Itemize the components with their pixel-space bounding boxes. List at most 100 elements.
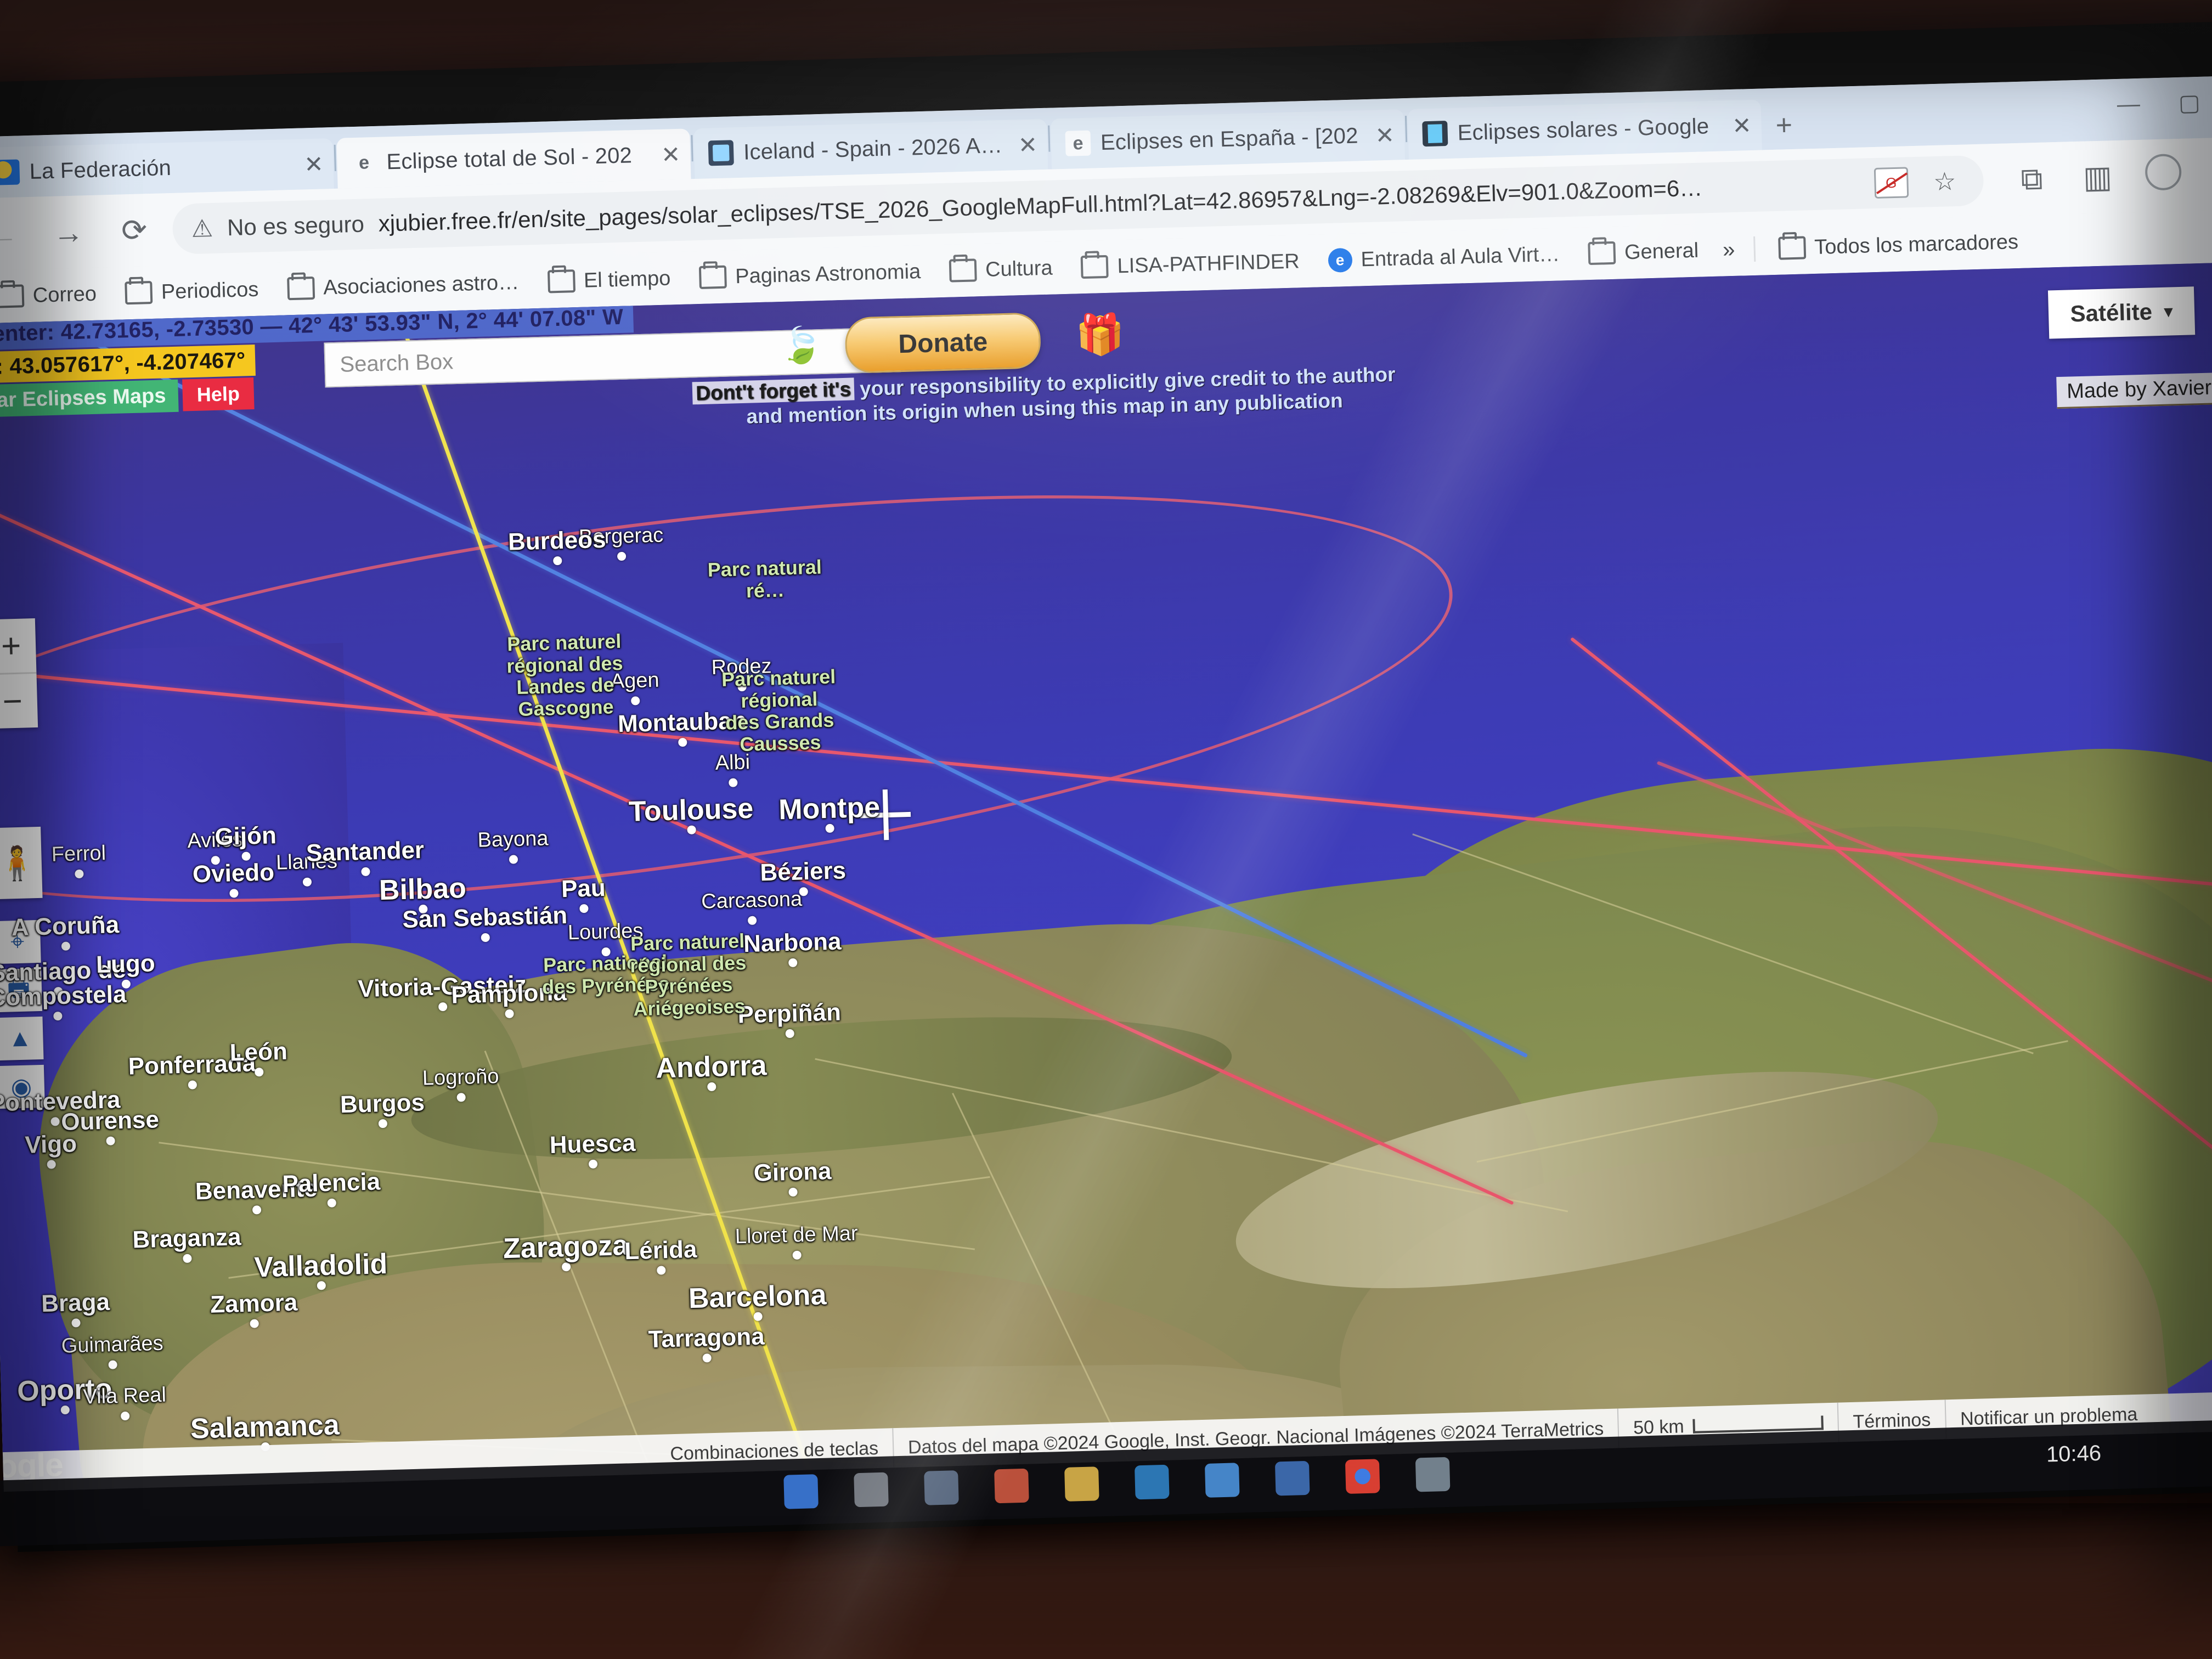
new-tab-button[interactable]: + <box>1761 108 1809 150</box>
map-city-label: Lérida <box>624 1235 698 1265</box>
bookmark-label: General <box>1624 239 1699 264</box>
browser-tab[interactable]: e Eclipses en España - [202 ✕ <box>1050 109 1406 170</box>
close-icon[interactable]: ✕ <box>298 150 324 178</box>
translate-blocked-icon[interactable]: G <box>1874 167 1909 199</box>
donate-button[interactable]: Donate <box>844 312 1042 374</box>
map-city-label: Burgos <box>340 1089 425 1119</box>
bookmark-periodicos[interactable]: Periodicos <box>112 278 270 306</box>
tab-title: Eclipse total de Sol - 202 <box>386 143 633 174</box>
map-city-label: Lugo <box>95 950 156 979</box>
bookmark-aula-virtual[interactable]: e Entrada al Aula Virt… <box>1316 242 1572 273</box>
explorer-icon[interactable] <box>1064 1466 1099 1502</box>
reload-button[interactable]: ⟳ <box>101 211 168 249</box>
bookmark-label: Correo <box>32 282 97 307</box>
chrome-icon[interactable] <box>1345 1459 1380 1494</box>
tab-title: Iceland - Spain - 2026 A… <box>743 133 1003 165</box>
folder-icon <box>286 276 315 301</box>
not-secure-warning-icon: ⚠ <box>191 215 213 242</box>
map-city-label: Zamora <box>210 1289 298 1318</box>
bookmark-general[interactable]: General <box>1576 239 1711 266</box>
folder-icon <box>1588 241 1616 266</box>
map-city-label: A Coruña <box>11 911 120 941</box>
map-city-label: Vigo <box>24 1130 77 1159</box>
store-icon[interactable] <box>1204 1463 1240 1498</box>
map-park-label: Parc naturel régional des Landes de Gascogn… <box>506 629 623 720</box>
folder-icon <box>1778 236 1806 260</box>
omnibox-actions: G ☆ <box>1874 166 1966 199</box>
bookmark-label: Asociaciones astro… <box>323 270 520 300</box>
zoom-in-button[interactable]: + <box>0 618 36 673</box>
bookmark-label: Entrada al Aula Virt… <box>1360 242 1560 271</box>
browser-tab[interactable]: La Federación ✕ <box>0 138 334 199</box>
window-controls: — ▢ ✕ <box>2117 87 2212 118</box>
forward-button[interactable]: → <box>35 213 102 251</box>
google-map-canvas[interactable]: p center: 42.73165, -2.73530 — 42° 43' 5… <box>0 261 2212 1492</box>
map-city-label: Vila Real <box>82 1383 167 1409</box>
upload-tool-icon[interactable]: ▲ <box>0 1016 44 1061</box>
google-eclipse-icon <box>1422 121 1448 147</box>
back-button[interactable]: ← <box>0 215 36 252</box>
bookmark-star-icon[interactable]: ☆ <box>1933 166 1957 196</box>
bookmark-correo[interactable]: Correo <box>0 282 109 309</box>
map-city-label: Bilbao <box>379 872 467 907</box>
browser-tab[interactable]: Iceland - Spain - 2026 A… ✕ <box>693 119 1048 179</box>
map-city-label: Girona <box>753 1158 832 1187</box>
map-city-label: Lloret de Mar <box>735 1222 859 1249</box>
map-city-label: Carcasona <box>701 887 803 913</box>
browser-tab[interactable]: e Eclipse total de Sol - 202 ✕ <box>336 128 691 189</box>
screen-content: La Federación ✕ e Eclipse total de Sol -… <box>0 75 2212 1492</box>
bookmark-paginas-astronomia[interactable]: Paginas Astronomia <box>687 259 933 290</box>
gift-decoration-icon: 🎁 <box>1075 312 1126 358</box>
settings-icon[interactable] <box>1415 1457 1451 1492</box>
solar-eclipses-maps-button[interactable]: Solar Eclipses Maps <box>0 379 179 418</box>
bookmark-el-tiempo[interactable]: El tiempo <box>535 266 682 294</box>
extensions-icon[interactable]: ⧉ <box>1999 160 2066 198</box>
all-bookmarks-button[interactable]: Todos los marcadores <box>1766 230 2031 261</box>
folder-icon <box>0 284 25 308</box>
street-view-pegman-icon[interactable]: 🧍 <box>0 826 43 900</box>
scale-bar <box>1692 1415 1824 1434</box>
browser-menu-icon[interactable]: ⋮ <box>2196 155 2212 193</box>
map-city-label: Perpiñán <box>737 998 842 1029</box>
tab-separator <box>691 135 693 162</box>
credit-highlight: Dont't forget it's <box>692 377 855 405</box>
edge-icon[interactable] <box>1135 1464 1170 1500</box>
bookmark-asociaciones-astro[interactable]: Asociaciones astro… <box>275 270 532 301</box>
chat-icon[interactable] <box>994 1468 1029 1504</box>
map-city-label: Narbona <box>743 928 842 958</box>
map-city-label: Pau <box>561 874 606 903</box>
profile-avatar[interactable] <box>2130 153 2197 198</box>
widgets-icon[interactable] <box>924 1470 959 1505</box>
close-icon[interactable]: ✕ <box>655 140 681 168</box>
zoom-controls[interactable]: + − <box>0 618 38 729</box>
map-city-label: Guimarães <box>61 1331 164 1358</box>
map-city-label: Ferrol <box>51 842 106 866</box>
help-button[interactable]: Help <box>182 377 255 411</box>
browser-tab[interactable]: Eclipses solares - Google ✕ <box>1407 99 1762 160</box>
map-city-label: Gijón <box>214 822 277 851</box>
map-type-button[interactable]: Satélite ▾ <box>2047 286 2196 339</box>
tab-title: Eclipses solares - Google <box>1457 114 1709 145</box>
search-icon[interactable] <box>854 1472 889 1508</box>
tab-title: La Federación <box>29 155 172 184</box>
mail-icon[interactable] <box>1274 1460 1310 1496</box>
bookmark-label: LISA-PATHFINDER <box>1116 249 1300 278</box>
security-status-label: No es seguro <box>227 211 365 241</box>
iceland-map-icon <box>708 140 734 166</box>
map-city-label: Montpe <box>778 791 881 826</box>
bookmark-cultura[interactable]: Cultura <box>937 256 1065 283</box>
side-panel-icon[interactable]: ▥ <box>2064 158 2131 196</box>
map-city-label: Andorra <box>655 1049 768 1085</box>
bookmark-lisa-pathfinder[interactable]: LISA-PATHFINDER <box>1069 249 1312 279</box>
tab-separator <box>334 144 336 171</box>
maximize-icon[interactable]: ▢ <box>2178 89 2200 116</box>
bookmark-label: Paginas Astronomia <box>735 259 921 288</box>
close-icon[interactable]: ✕ <box>1726 112 1752 139</box>
close-icon[interactable]: ✕ <box>1012 131 1038 159</box>
bookmarks-separator <box>1753 236 1756 262</box>
bookmarks-overflow-icon[interactable]: » <box>1715 237 1743 262</box>
zoom-out-button[interactable]: − <box>0 674 38 729</box>
start-icon[interactable] <box>783 1474 819 1509</box>
close-icon[interactable]: ✕ <box>1369 121 1395 149</box>
minimize-icon[interactable]: — <box>2117 91 2140 118</box>
